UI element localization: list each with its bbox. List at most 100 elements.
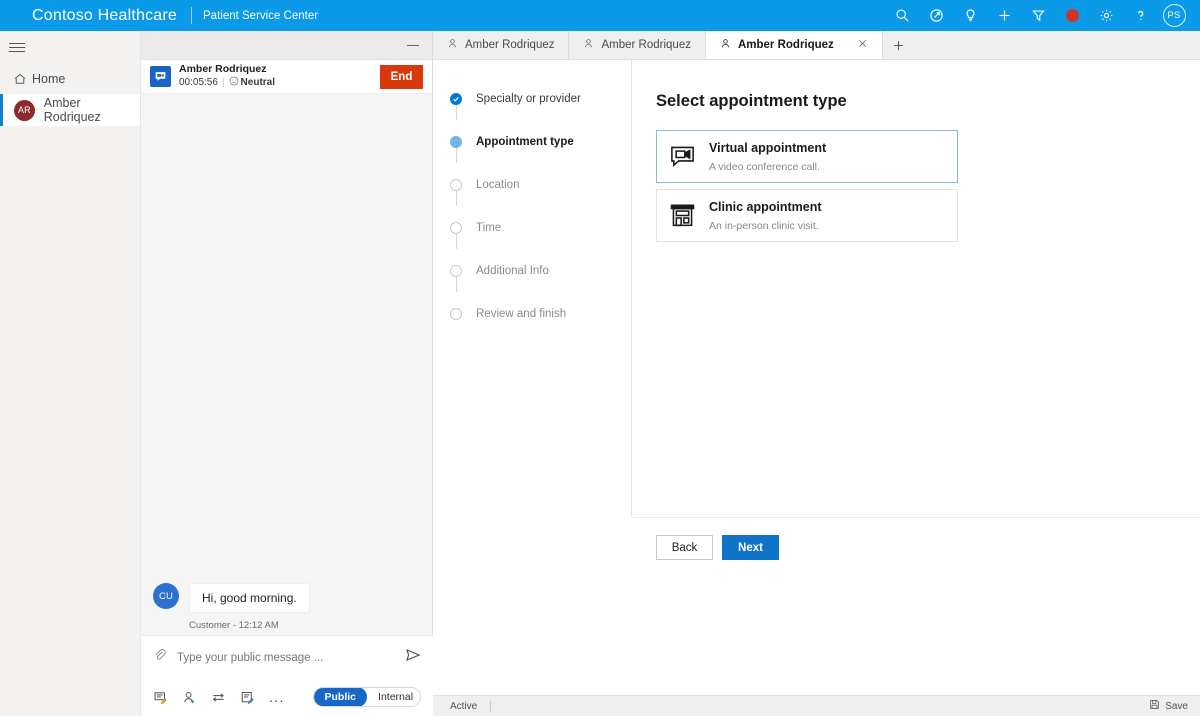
step-status-icon xyxy=(450,178,462,191)
sidebar-item-label: Home xyxy=(32,72,66,86)
option-text: Virtual appointment A video conference c… xyxy=(709,138,826,174)
step-time[interactable]: Time xyxy=(433,206,631,249)
status-bar: Active Save xyxy=(433,695,1200,716)
option-virtual-appointment[interactable]: Virtual appointment A video conference c… xyxy=(656,130,958,183)
list-item: CU Hi, good morning. Customer - 12:12 AM xyxy=(153,583,413,631)
step-specialty-or-provider[interactable]: Specialty or provider xyxy=(433,77,631,120)
message-body: CU Hi, good morning. xyxy=(153,583,413,613)
back-button[interactable]: Back xyxy=(656,535,713,560)
step-label: Location xyxy=(476,178,520,191)
next-button[interactable]: Next xyxy=(722,535,779,560)
step-label: Appointment type xyxy=(476,135,574,148)
tab-label: Amber Rodriquez xyxy=(737,39,834,51)
step-location[interactable]: Location xyxy=(433,163,631,206)
sidebar-item-label: Amber Rodriquez xyxy=(43,96,101,124)
step-appointment-type[interactable]: Appointment type xyxy=(433,120,631,163)
recording-dot xyxy=(1065,9,1079,22)
sentiment-label: Neutral xyxy=(240,76,275,88)
step-status-icon xyxy=(450,264,462,277)
brand-divider xyxy=(191,7,193,24)
appointment-type-options: Virtual appointment A video conference c… xyxy=(633,111,1200,242)
conversation-customer-name: Amber Rodriquez xyxy=(179,62,267,75)
option-title: Clinic appointment xyxy=(709,200,822,215)
avatar-initials: PS xyxy=(1162,4,1186,27)
step-review-and-finish[interactable]: Review and finish xyxy=(433,292,631,335)
attachment-icon[interactable] xyxy=(153,648,167,667)
app-header: Contoso Healthcare Patient Service Cente… xyxy=(0,0,1200,31)
neutral-face-icon xyxy=(229,76,239,91)
toggle-public[interactable]: Public xyxy=(313,688,368,706)
message-list: CU Hi, good morning. Customer - 12:12 AM xyxy=(141,94,432,649)
step-connector xyxy=(456,105,457,120)
notes-icon[interactable] xyxy=(240,690,255,705)
clinic-building-icon xyxy=(669,202,709,229)
filter-icon[interactable] xyxy=(1021,0,1055,31)
recording-indicator[interactable] xyxy=(1055,0,1089,31)
page-title: Select appointment type xyxy=(656,92,847,110)
option-text: Clinic appointment An in-person clinic v… xyxy=(709,197,822,233)
composer-toolbar: ... Public Internal xyxy=(141,679,433,715)
option-clinic-appointment[interactable]: Clinic appointment An in-person clinic v… xyxy=(656,189,958,242)
user-avatar[interactable]: PS xyxy=(1157,0,1191,31)
option-description: A video conference call. xyxy=(709,161,820,174)
step-additional-info[interactable]: Additional Info xyxy=(433,249,631,292)
option-description: An in-person clinic visit. xyxy=(709,220,819,233)
save-label: Save xyxy=(1165,700,1188,712)
search-icon[interactable] xyxy=(885,0,919,31)
home-icon xyxy=(13,72,32,86)
tab-amber-rodriquez-1[interactable]: Amber Rodriquez xyxy=(433,31,570,59)
message-input[interactable]: Type your public message ... xyxy=(177,652,405,664)
visibility-toggle[interactable]: Public Internal xyxy=(312,687,421,707)
status-divider: | xyxy=(221,76,225,88)
avatar: AR xyxy=(14,99,35,121)
conversation-titlebar xyxy=(141,31,432,60)
app-root: Contoso Healthcare Patient Service Cente… xyxy=(0,0,1200,716)
quick-replies-icon[interactable] xyxy=(153,690,168,705)
hamburger-menu-icon[interactable] xyxy=(0,31,141,64)
conversation-summary-card: Amber Rodriquez 00:05:56 | Neutral End xyxy=(141,60,432,94)
status-badge: Neutral xyxy=(229,76,275,91)
video-chat-icon xyxy=(669,143,709,170)
close-icon[interactable] xyxy=(857,38,868,52)
tab-amber-rodriquez-2[interactable]: Amber Rodriquez xyxy=(569,31,706,59)
person-icon xyxy=(720,38,731,52)
status-bar-divider xyxy=(490,700,492,712)
insights-lightbulb-icon[interactable] xyxy=(953,0,987,31)
new-tab-button[interactable] xyxy=(883,31,915,59)
wizard-footer: Back Next xyxy=(633,517,1200,577)
person-icon xyxy=(583,38,594,52)
step-label: Time xyxy=(476,221,502,234)
step-connector xyxy=(456,277,457,292)
step-label: Specialty or provider xyxy=(476,92,581,105)
workspace: Amber Rodriquez Amber Rodriquez Amber Ro… xyxy=(433,31,1200,716)
more-options-icon[interactable]: ... xyxy=(269,690,285,705)
sidebar-item-amber-rodriquez[interactable]: AR Amber Rodriquez xyxy=(0,94,140,126)
assistant-icon[interactable] xyxy=(919,0,953,31)
settings-gear-icon[interactable] xyxy=(1089,0,1123,31)
help-icon[interactable] xyxy=(1123,0,1157,31)
send-icon[interactable] xyxy=(405,647,421,668)
tab-label: Amber Rodriquez xyxy=(465,39,555,51)
step-label: Review and finish xyxy=(476,307,567,320)
wizard-step-rail: Specialty or provider Appointment type L… xyxy=(433,60,632,516)
transfer-icon[interactable] xyxy=(211,690,226,705)
step-connector xyxy=(456,234,457,249)
sidebar-item-home[interactable]: Home xyxy=(0,64,140,94)
sidebar: Home AR Amber Rodriquez xyxy=(0,31,141,716)
toggle-internal[interactable]: Internal xyxy=(367,688,420,706)
step-label: Additional Info xyxy=(476,264,549,277)
add-participant-icon[interactable] xyxy=(182,690,197,705)
conversation-panel: Amber Rodriquez 00:05:56 | Neutral End C… xyxy=(141,31,433,716)
chat-icon xyxy=(150,66,171,87)
composer-input-row: Type your public message ... xyxy=(141,636,433,679)
conversation-meta: Amber Rodriquez 00:05:56 | Neutral xyxy=(179,63,380,91)
save-button[interactable]: Save xyxy=(1149,699,1188,713)
tab-amber-rodriquez-3[interactable]: Amber Rodriquez xyxy=(705,31,883,59)
end-conversation-button[interactable]: End xyxy=(380,64,423,89)
record-status-label: Active xyxy=(450,700,478,712)
add-icon[interactable] xyxy=(987,0,1021,31)
message-composer: Type your public message ... ... Public … xyxy=(141,635,433,716)
minimize-icon[interactable] xyxy=(407,44,419,46)
hamburger-bars xyxy=(9,40,25,55)
brand-title: Contoso Healthcare xyxy=(32,6,178,24)
